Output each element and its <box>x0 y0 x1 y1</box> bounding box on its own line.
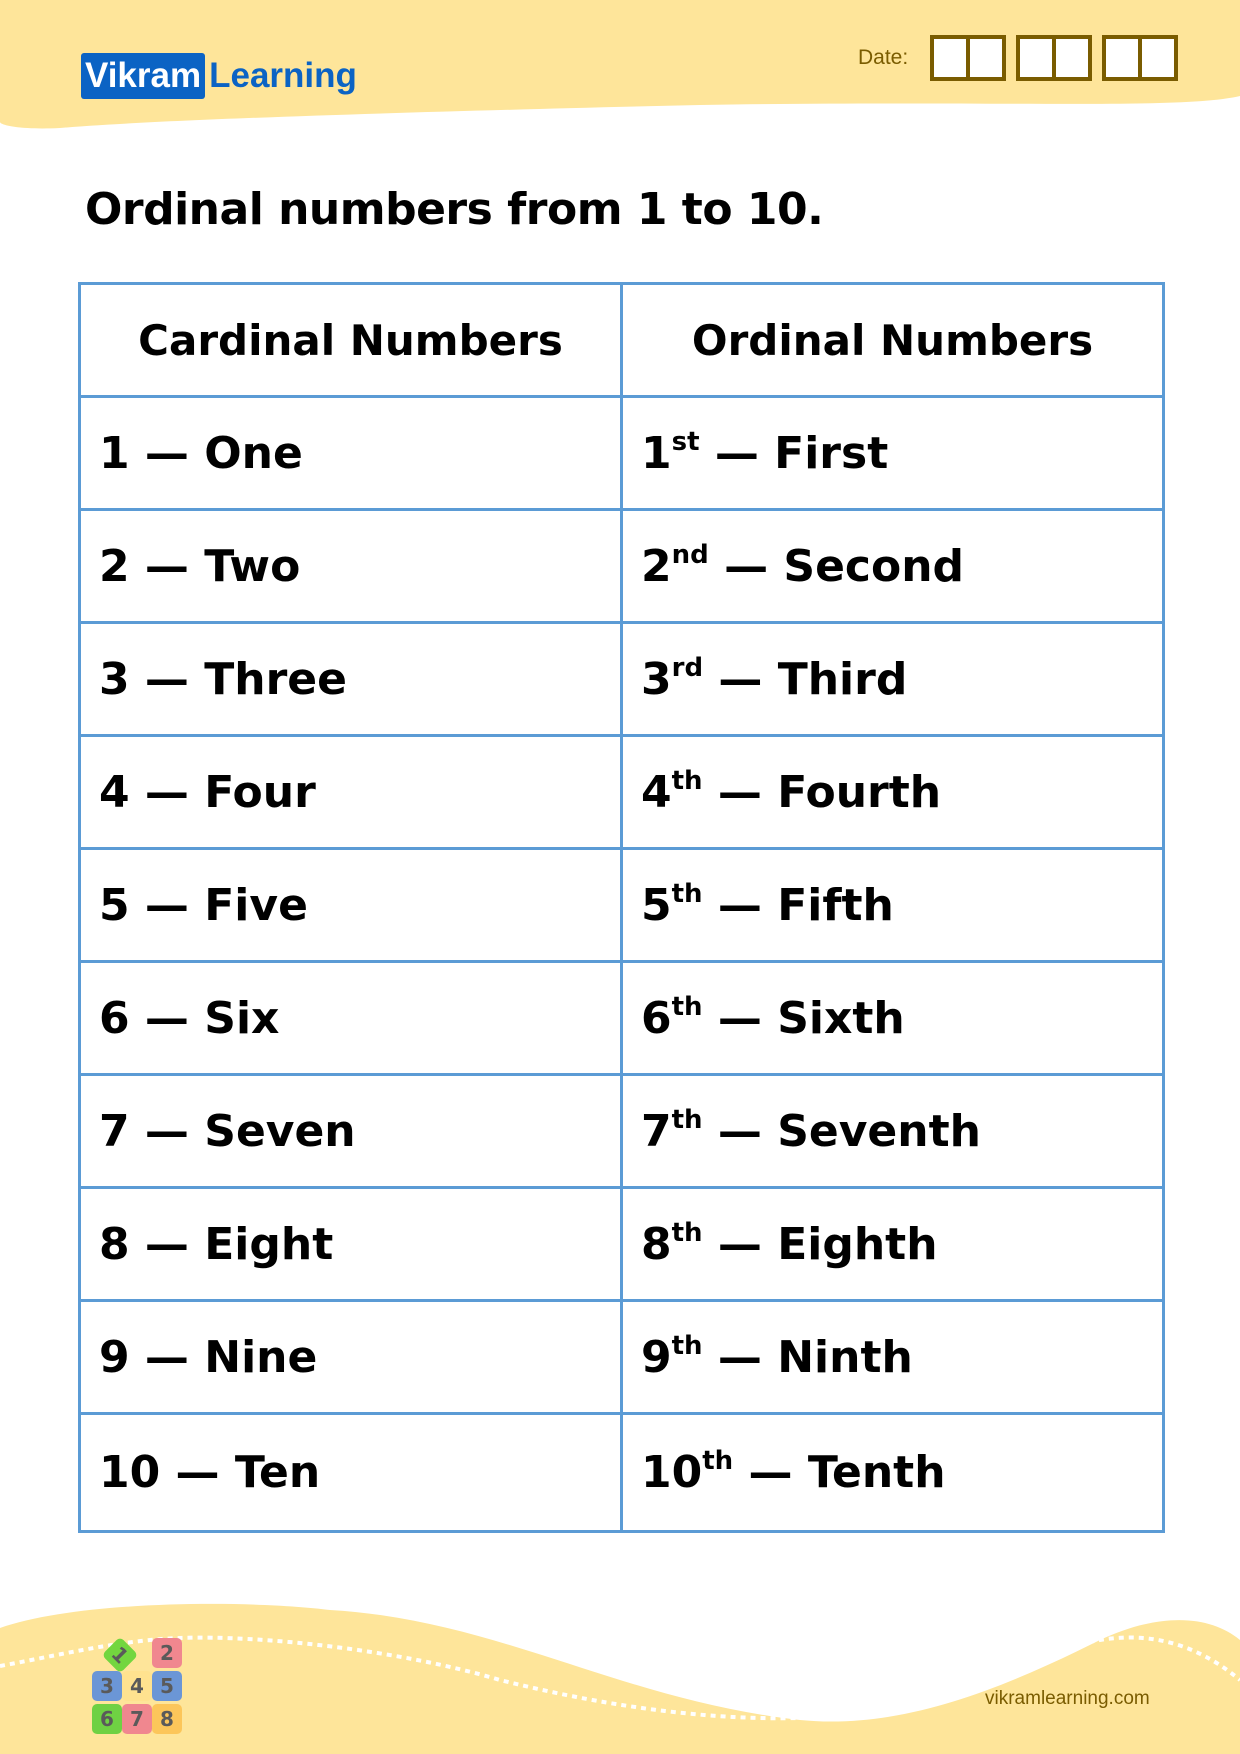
ordinal-suffix: th <box>671 1104 703 1135</box>
header-cardinal: Cardinal Numbers <box>78 282 623 398</box>
date-box[interactable] <box>1020 39 1052 77</box>
ordinal-numbers-table: Cardinal Numbers Ordinal Numbers 1 — One… <box>78 282 1165 1533</box>
date-box[interactable] <box>934 39 966 77</box>
date-year-boxes[interactable] <box>1102 35 1179 81</box>
cardinal-cell: 8 — Eight <box>78 1186 623 1302</box>
table-row: 1 — One 1st — First <box>78 395 1165 511</box>
date-box[interactable] <box>966 39 1002 77</box>
number-blocks-icon: 1 2 3 4 5 6 7 8 <box>92 1638 182 1734</box>
ordinal-suffix: th <box>671 765 703 796</box>
ordinal-cell: 10th — Tenth <box>620 1412 1165 1533</box>
ordinal-cell: 7th — Seventh <box>620 1073 1165 1189</box>
ordinal-word: — Third <box>703 653 908 705</box>
ordinal-number: 7 <box>641 1105 672 1157</box>
ordinal-suffix: rd <box>671 652 704 683</box>
ordinal-word: — Fourth <box>702 766 942 818</box>
cardinal-cell: 9 — Nine <box>78 1299 623 1415</box>
ordinal-number: 9 <box>641 1331 672 1383</box>
ordinal-cell: 9th — Ninth <box>620 1299 1165 1415</box>
ordinal-number: 3 <box>641 653 672 705</box>
table-row: 6 — Six 6th — Sixth <box>78 960 1165 1076</box>
cardinal-cell: 5 — Five <box>78 847 623 963</box>
ordinal-cell: 6th — Sixth <box>620 960 1165 1076</box>
ordinal-cell: 5th — Fifth <box>620 847 1165 963</box>
cardinal-cell: 7 — Seven <box>78 1073 623 1189</box>
logo-learning: Learning <box>209 56 357 95</box>
table-row: 9 — Nine 9th — Ninth <box>78 1299 1165 1415</box>
header-ordinal: Ordinal Numbers <box>620 282 1165 398</box>
ordinal-cell: 2nd — Second <box>620 508 1165 624</box>
block-digit: 3 <box>100 1674 114 1698</box>
block-digit: 7 <box>130 1707 144 1731</box>
date-box[interactable] <box>1106 39 1138 77</box>
ordinal-cell: 1st — First <box>620 395 1165 511</box>
table-row: 8 — Eight 8th — Eighth <box>78 1186 1165 1302</box>
ordinal-cell: 8th — Eighth <box>620 1186 1165 1302</box>
block-digit: 8 <box>160 1707 174 1731</box>
block-digit: 5 <box>160 1674 174 1698</box>
ordinal-number: 10 <box>641 1447 703 1498</box>
cardinal-cell: 10 — Ten <box>78 1412 623 1533</box>
ordinal-cell: 3rd — Third <box>620 621 1165 737</box>
ordinal-suffix: th <box>671 1330 703 1361</box>
block-digit: 1 <box>107 1642 134 1669</box>
date-label: Date: <box>858 46 909 69</box>
ordinal-number: 1 <box>641 427 672 479</box>
ordinal-suffix: th <box>671 1217 703 1248</box>
ordinal-word: — Sixth <box>702 992 905 1044</box>
ordinal-number: 5 <box>641 879 672 931</box>
cardinal-cell: 6 — Six <box>78 960 623 1076</box>
date-day-boxes[interactable] <box>930 35 1007 81</box>
ordinal-suffix: th <box>671 878 703 909</box>
ordinal-word: — First <box>699 427 889 479</box>
date-field: Date: <box>858 35 1188 81</box>
date-box[interactable] <box>1052 39 1088 77</box>
ordinal-number: 2 <box>641 540 672 592</box>
table-row: 3 — Three 3rd — Third <box>78 621 1165 737</box>
ordinal-word: — Eighth <box>702 1218 938 1270</box>
ordinal-word: — Seventh <box>702 1105 981 1157</box>
cardinal-cell: 2 — Two <box>78 508 623 624</box>
ordinal-suffix: th <box>671 991 703 1022</box>
website-url[interactable]: vikramlearning.com <box>985 1688 1150 1710</box>
ordinal-number: 6 <box>641 992 672 1044</box>
ordinal-number: 4 <box>641 766 672 818</box>
table-row: 5 — Five 5th — Fifth <box>78 847 1165 963</box>
table-row: 7 — Seven 7th — Seventh <box>78 1073 1165 1189</box>
vikram-learning-logo: Vikram Learning <box>81 53 357 99</box>
block-digit: 2 <box>160 1641 174 1665</box>
date-month-boxes[interactable] <box>1016 35 1093 81</box>
ordinal-suffix: st <box>671 426 700 457</box>
cardinal-cell: 1 — One <box>78 395 623 511</box>
ordinal-number: 8 <box>641 1218 672 1270</box>
ordinal-suffix: nd <box>671 539 709 570</box>
block-digit: 4 <box>130 1674 144 1698</box>
logo-vikram: Vikram <box>81 53 206 99</box>
cardinal-cell: 3 — Three <box>78 621 623 737</box>
ordinal-word: — Tenth <box>733 1447 946 1498</box>
table-row: 4 — Four 4th — Fourth <box>78 734 1165 850</box>
table-row: 2 — Two 2nd — Second <box>78 508 1165 624</box>
block-digit: 6 <box>100 1707 114 1731</box>
ordinal-word: — Second <box>708 540 965 592</box>
cardinal-cell: 4 — Four <box>78 734 623 850</box>
ordinal-suffix: th <box>702 1446 734 1476</box>
ordinal-word: — Ninth <box>702 1331 913 1383</box>
table-header-row: Cardinal Numbers Ordinal Numbers <box>78 282 1165 398</box>
ordinal-word: — Fifth <box>702 879 894 931</box>
worksheet-title: Ordinal numbers from 1 to 10. <box>85 184 824 235</box>
ordinal-cell: 4th — Fourth <box>620 734 1165 850</box>
date-box[interactable] <box>1138 39 1174 77</box>
table-row: 10 — Ten 10th — Tenth <box>78 1412 1165 1533</box>
